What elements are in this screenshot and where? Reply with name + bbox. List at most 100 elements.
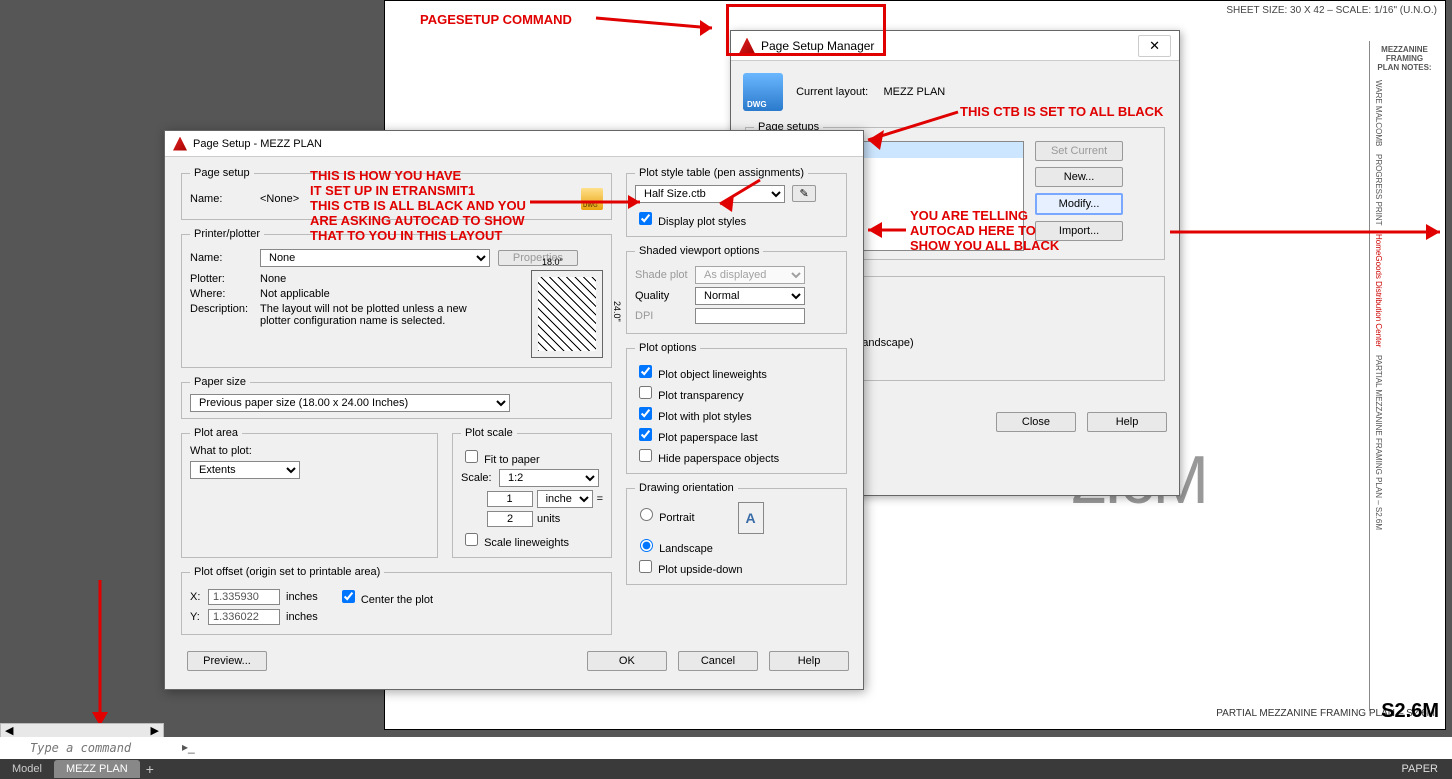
y-label: Y: xyxy=(190,611,208,623)
plotter-value: None xyxy=(260,273,286,285)
dwg-icon xyxy=(581,188,603,210)
orientation-icon: A xyxy=(738,502,764,534)
fit-to-paper-check[interactable]: Fit to paper xyxy=(461,454,540,466)
autocad-icon xyxy=(739,38,755,54)
scale-numerator[interactable] xyxy=(487,491,533,507)
plot-style-table-group: Plot style table (pen assignments) Half … xyxy=(626,167,847,237)
shade-plot-select[interactable]: As displayed xyxy=(695,266,805,284)
stamp-client: HomeGoods Distribution Center xyxy=(1370,230,1387,351)
stamp-progress: PROGRESS PRINT xyxy=(1370,150,1387,230)
desc-value: The layout will not be plotted unless a … xyxy=(260,303,500,327)
ctb-edit-icon[interactable]: ✎ xyxy=(792,185,816,202)
po-ps-label: Plot paperspace last xyxy=(658,432,758,444)
offset-legend: Plot offset (origin set to printable are… xyxy=(190,566,384,578)
scale-select[interactable]: 1:2 xyxy=(499,469,599,487)
display-styles-label: Display plot styles xyxy=(658,216,746,228)
where-label: Where: xyxy=(190,288,260,300)
what-to-plot-label: What to plot: xyxy=(190,445,429,457)
desc-label: Description: xyxy=(190,303,260,315)
psm-title: Page Setup Manager xyxy=(761,39,874,53)
po-transparency-check[interactable]: Plot transparency xyxy=(635,390,744,402)
titleblock-notes: MEZZANINE FRAMING PLAN NOTES: xyxy=(1370,41,1439,76)
page-setup-legend: Page setup xyxy=(190,167,254,179)
landscape-label: Landscape xyxy=(659,543,713,555)
ctb-select[interactable]: Half Size.ctb xyxy=(635,185,785,203)
fit-label: Fit to paper xyxy=(484,454,540,466)
current-layout-value: MEZZ PLAN xyxy=(884,86,946,98)
scale-units-select[interactable]: inches xyxy=(537,490,593,508)
help-button[interactable]: Help xyxy=(769,651,849,671)
command-line[interactable]: ▸_ xyxy=(0,737,1452,759)
scale-lineweights-check[interactable]: Scale lineweights xyxy=(461,537,569,549)
add-layout-icon[interactable]: + xyxy=(140,761,160,777)
po-hd-label: Hide paperspace objects xyxy=(658,453,779,465)
plotter-label: Plotter: xyxy=(190,273,260,285)
quality-select[interactable]: Normal xyxy=(695,287,805,305)
plotopts-legend: Plot options xyxy=(635,342,700,354)
import-button[interactable]: Import... xyxy=(1035,221,1123,241)
center-label: Center the plot xyxy=(361,594,433,606)
printer-legend: Printer/plotter xyxy=(190,228,264,240)
what-to-plot-select[interactable]: Extents xyxy=(190,461,300,479)
upside-label: Plot upside-down xyxy=(658,564,742,576)
cancel-button[interactable]: Cancel xyxy=(678,651,758,671)
plotter-name-label: Name: xyxy=(190,252,260,264)
sheet-number: S2.6M xyxy=(1381,700,1439,723)
tab-mezz-plan[interactable]: MEZZ PLAN xyxy=(54,760,140,778)
offset-y-input[interactable] xyxy=(208,609,280,625)
close-button[interactable]: Close xyxy=(996,412,1076,432)
current-layout-label: Current layout: xyxy=(796,86,868,98)
portrait-radio[interactable]: Portrait xyxy=(635,512,695,524)
psm-titlebar[interactable]: Page Setup Manager ✕ xyxy=(731,31,1179,61)
po-lw-label: Plot object lineweights xyxy=(658,369,767,381)
scale-den-units: units xyxy=(537,513,593,525)
plot-area-group: Plot area What to plot: Extents xyxy=(181,427,438,558)
po-lineweights-check[interactable]: Plot object lineweights xyxy=(635,369,767,381)
offset-y-units: inches xyxy=(286,611,318,623)
layout-tab-bar: Model MEZZ PLAN + PAPER xyxy=(0,759,1452,779)
landscape-radio[interactable]: Landscape xyxy=(635,543,713,555)
po-hide-check[interactable]: Hide paperspace objects xyxy=(635,453,779,465)
modify-button[interactable]: Modify... xyxy=(1035,193,1123,215)
po-styles-check[interactable]: Plot with plot styles xyxy=(635,411,752,423)
paper-size-select[interactable]: Previous paper size (18.00 x 24.00 Inche… xyxy=(190,394,510,412)
command-input[interactable] xyxy=(0,740,1452,756)
po-paperspace-check[interactable]: Plot paperspace last xyxy=(635,432,758,444)
scale-denominator[interactable] xyxy=(487,511,533,527)
where-value: Not applicable xyxy=(260,288,330,300)
offset-x-units: inches xyxy=(286,591,318,603)
preview-width: 18.0" xyxy=(542,257,563,267)
status-space[interactable]: PAPER xyxy=(1402,763,1452,775)
ps-title: Page Setup - MEZZ PLAN xyxy=(193,138,322,150)
ok-button[interactable]: OK xyxy=(587,651,667,671)
po-st-label: Plot with plot styles xyxy=(658,411,752,423)
close-icon[interactable]: ✕ xyxy=(1138,35,1171,57)
po-tr-label: Plot transparency xyxy=(658,390,744,402)
plotarea-legend: Plot area xyxy=(190,427,242,439)
set-current-button[interactable]: Set Current xyxy=(1035,141,1123,161)
plotter-name-select[interactable]: None xyxy=(260,249,490,267)
orientation-group: Drawing orientation Portrait A Landscape… xyxy=(626,482,847,585)
dwg-icon xyxy=(743,73,783,111)
offset-x-input[interactable] xyxy=(208,589,280,605)
preview-height: 24.0" xyxy=(612,301,622,322)
tab-model[interactable]: Model xyxy=(0,760,54,778)
page-setup-dialog: Page Setup - MEZZ PLAN Page setup Name: … xyxy=(164,130,864,690)
titleblock-side: MEZZANINE FRAMING PLAN NOTES: WARE MALCO… xyxy=(1369,41,1439,711)
center-plot-check[interactable]: Center the plot xyxy=(338,587,433,606)
display-plot-styles-check[interactable]: Display plot styles xyxy=(635,216,746,228)
name-value: <None> xyxy=(260,193,420,205)
portrait-label: Portrait xyxy=(659,512,694,524)
help-button[interactable]: Help xyxy=(1087,412,1167,432)
shaded-viewport-group: Shaded viewport options Shade plotAs dis… xyxy=(626,245,847,334)
dpi-input[interactable] xyxy=(695,308,805,324)
name-label: Name: xyxy=(190,193,260,205)
ps-titlebar[interactable]: Page Setup - MEZZ PLAN xyxy=(165,131,863,157)
new-button[interactable]: New... xyxy=(1035,167,1123,187)
properties-button[interactable]: Properties xyxy=(498,250,578,266)
quality-label: Quality xyxy=(635,290,695,302)
shade-plot-label: Shade plot xyxy=(635,269,695,281)
paper-size-group: Paper size Previous paper size (18.00 x … xyxy=(181,376,612,419)
upside-down-check[interactable]: Plot upside-down xyxy=(635,564,742,576)
preview-button[interactable]: Preview... xyxy=(187,651,267,671)
